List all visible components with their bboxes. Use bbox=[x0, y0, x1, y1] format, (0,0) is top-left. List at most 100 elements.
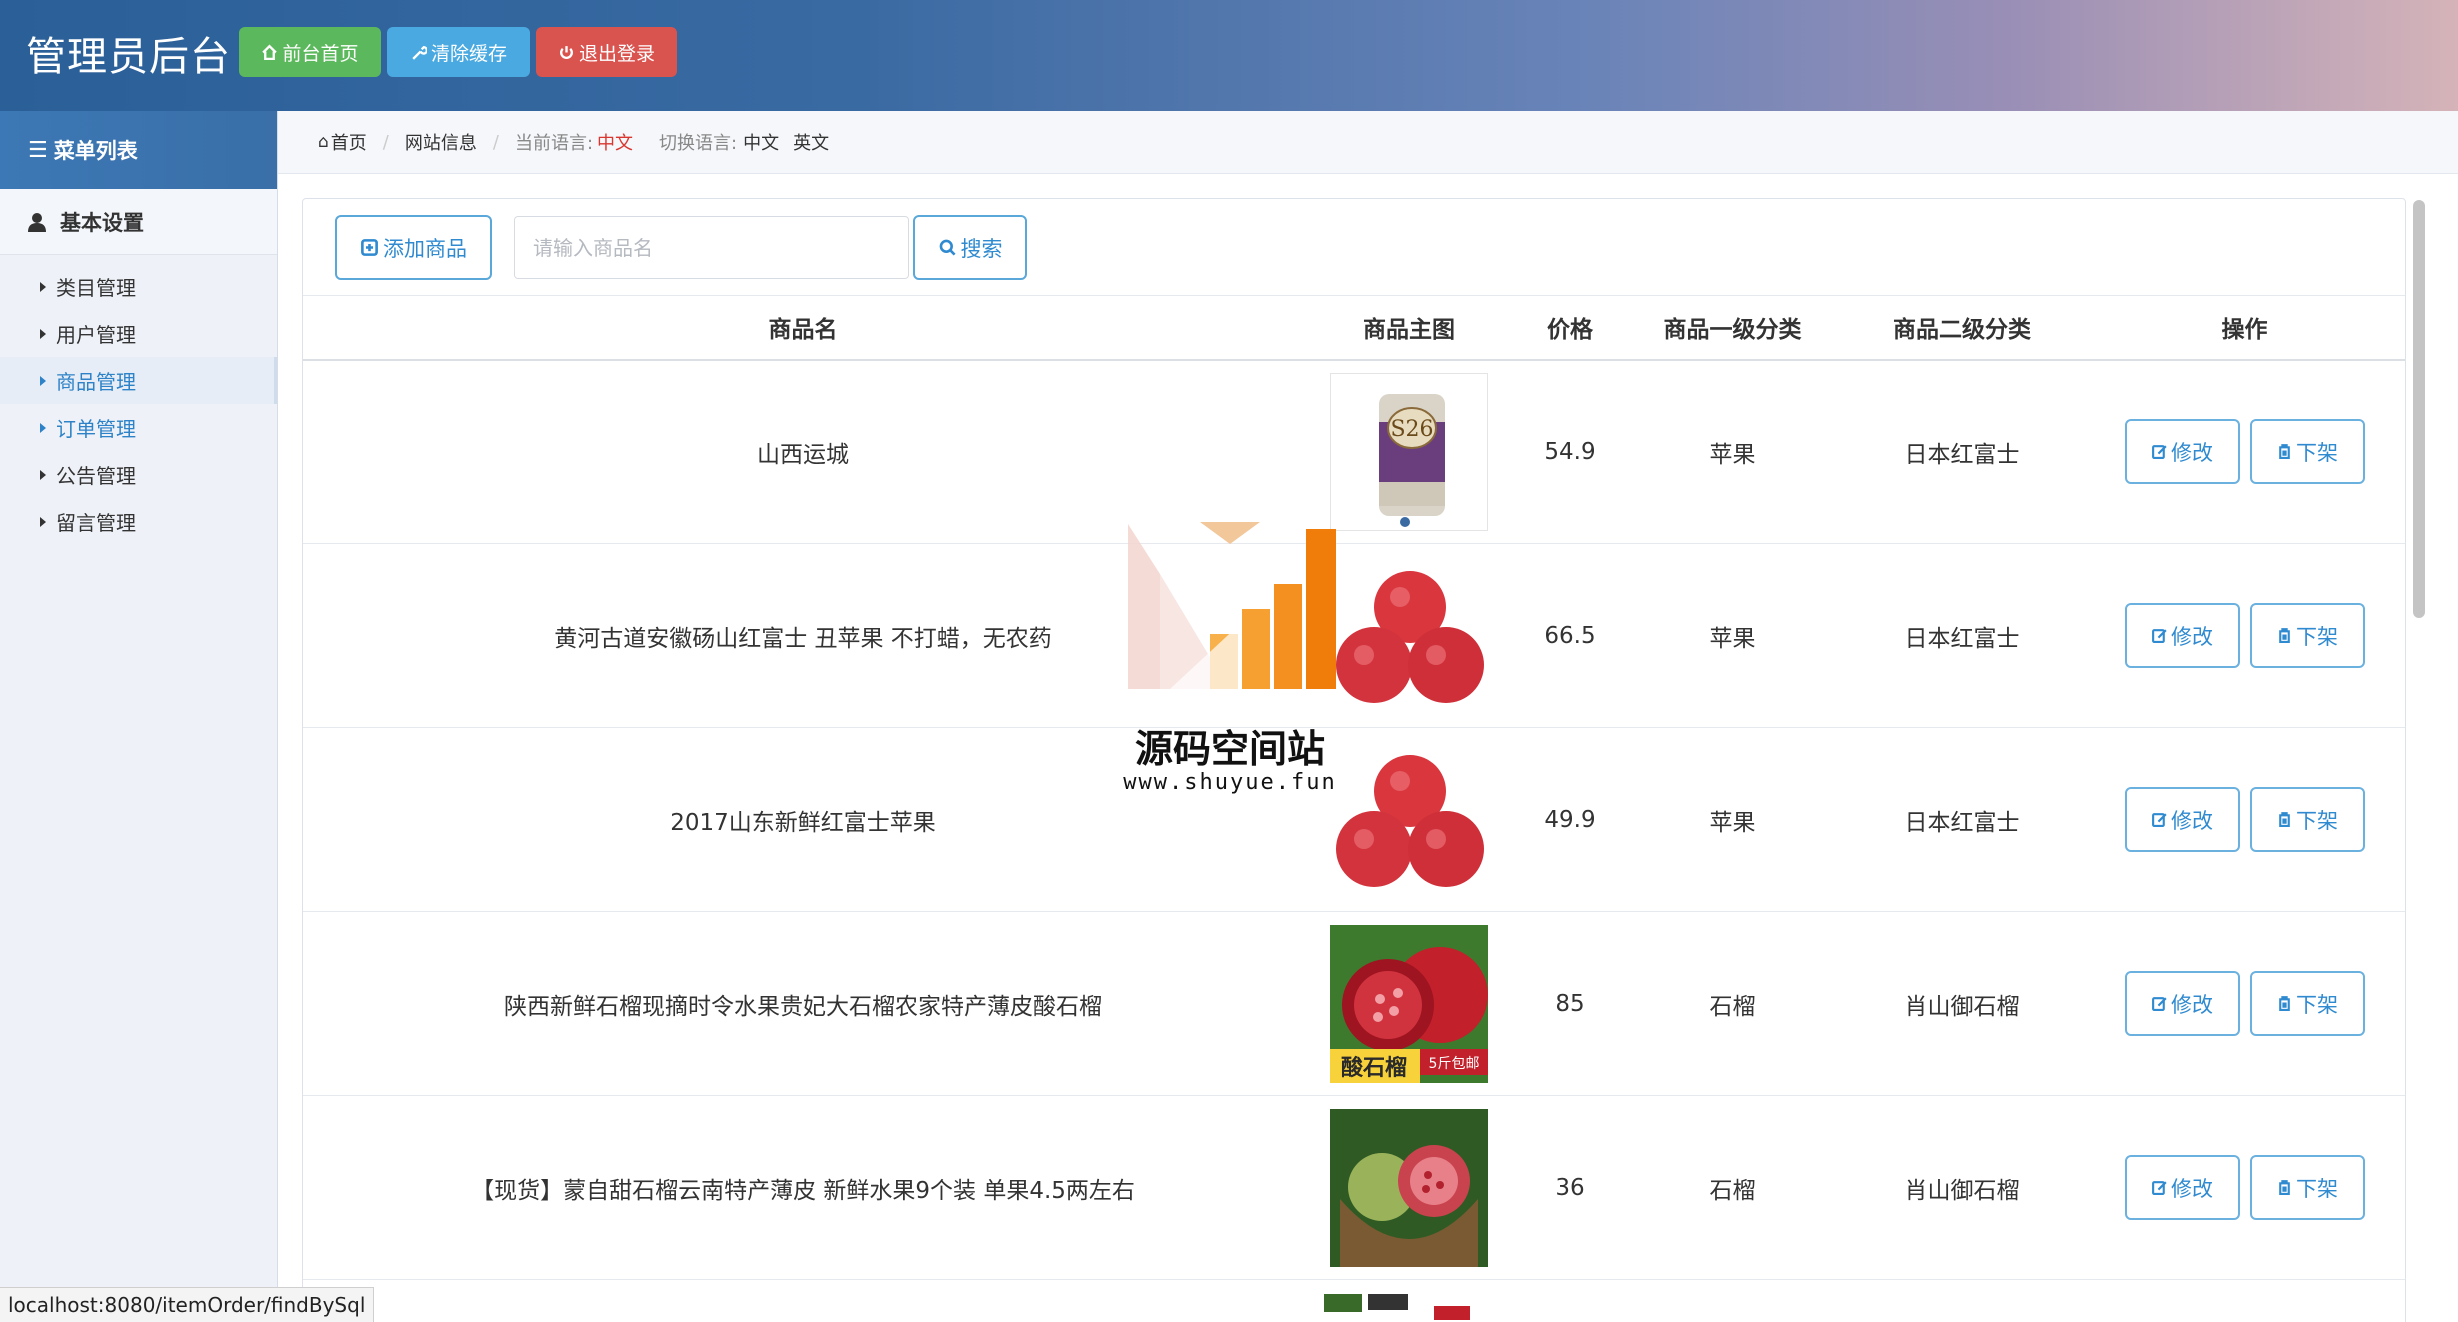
offshelf-button[interactable]: 下架 bbox=[2249, 419, 2365, 485]
product-price-cell: 54.9 bbox=[1515, 359, 1625, 544]
edit-label: 修改 bbox=[2171, 624, 2213, 649]
offshelf-button[interactable]: 下架 bbox=[2249, 787, 2365, 852]
table-row: 山西运城 S26 54.9 苹果 日本红富士 修改 下架 bbox=[303, 359, 2405, 544]
edit-button[interactable]: 修改 bbox=[2124, 1155, 2240, 1220]
sidebar-item-users[interactable]: 用户管理 bbox=[0, 310, 277, 357]
clear-cache-button[interactable]: 清除缓存 bbox=[387, 27, 530, 77]
product-price-cell: 36 bbox=[1515, 1095, 1625, 1280]
edit-button[interactable]: 修改 bbox=[2124, 971, 2240, 1036]
clear-cache-label: 清除缓存 bbox=[430, 42, 507, 65]
product-name-cell: 【现货】蒙自甜石榴云南特产薄皮 新鲜水果9个装 单果4.5两左右 bbox=[303, 1095, 1303, 1280]
product-actions-cell: 修改 下架 bbox=[2084, 911, 2405, 1096]
column-header-category2: 商品二级分类 bbox=[1840, 295, 2084, 361]
caret-right-icon bbox=[40, 328, 46, 339]
edit-button[interactable]: 修改 bbox=[2124, 787, 2240, 852]
frontend-home-button[interactable]: 前台首页 bbox=[239, 27, 381, 77]
edit-button[interactable]: 修改 bbox=[2124, 419, 2240, 485]
red-apples-image bbox=[1330, 740, 1488, 899]
svg-text:5斤包邮: 5斤包邮 bbox=[1429, 1056, 1480, 1072]
add-product-button[interactable]: 添加商品 bbox=[335, 215, 492, 280]
sidebar-menu-header[interactable]: ☰ 菜单列表 bbox=[0, 111, 277, 189]
caret-right-icon bbox=[40, 469, 46, 480]
edit-button[interactable]: 修改 bbox=[2124, 603, 2240, 668]
breadcrumb-separator: / bbox=[382, 131, 389, 153]
logout-label: 退出登录 bbox=[578, 42, 655, 65]
search-button[interactable]: 搜索 bbox=[913, 215, 1027, 280]
sidebar-item-label: 类目管理 bbox=[56, 276, 136, 300]
red-apples-image bbox=[1330, 556, 1488, 715]
product-thumbnail bbox=[1330, 1108, 1488, 1267]
product-thumbnail: S26 bbox=[1330, 372, 1488, 531]
pomegranate-basket-image bbox=[1330, 1108, 1488, 1267]
table-row: 【现货】蒙自甜石榴云南特产薄皮 新鲜水果9个装 单果4.5两左右 36 石榴 肖… bbox=[303, 1095, 2405, 1280]
trash-icon bbox=[2279, 812, 2290, 827]
product-image-cell bbox=[1303, 543, 1515, 728]
sidebar: ☰ 菜单列表 基本设置 类目管理 用户管理 商品管理 订单管理 公告管理 留言管… bbox=[0, 111, 278, 1322]
partial-product-image bbox=[1324, 1294, 1470, 1320]
product-actions-cell: 修改 下架 bbox=[2084, 727, 2405, 912]
sidebar-item-label: 留言管理 bbox=[56, 511, 136, 535]
breadcrumb-home[interactable]: 首页 bbox=[331, 129, 367, 155]
sidebar-item-label: 订单管理 bbox=[56, 417, 136, 441]
sidebar-item-orders[interactable]: 订单管理 bbox=[0, 404, 277, 451]
product-actions-cell: 修改 下架 bbox=[2084, 1095, 2405, 1280]
breadcrumb-site-info[interactable]: 网站信息 bbox=[405, 129, 477, 155]
offshelf-button[interactable]: 下架 bbox=[2249, 603, 2365, 668]
switch-language-en-link[interactable]: 英文 bbox=[793, 129, 829, 155]
product-category1-cell: 石榴 bbox=[1625, 911, 1840, 1096]
column-header-category1: 商品一级分类 bbox=[1625, 295, 1840, 361]
edit-icon bbox=[2152, 629, 2167, 643]
search-label: 搜索 bbox=[960, 236, 1003, 261]
product-image-cell bbox=[1303, 1095, 1515, 1280]
edit-label: 修改 bbox=[2171, 808, 2213, 833]
list-icon: ☰ bbox=[28, 137, 48, 163]
sidebar-item-announcements[interactable]: 公告管理 bbox=[0, 451, 277, 498]
user-icon bbox=[28, 212, 46, 232]
product-search-input[interactable] bbox=[514, 216, 909, 279]
product-image-cell: 酸石榴 5斤包邮 bbox=[1303, 911, 1515, 1096]
product-name-cell: 黄河古道安徽砀山红富士 丑苹果 不打蜡，无农药 bbox=[303, 543, 1303, 728]
product-category2-cell: 日本红富士 bbox=[1840, 359, 2084, 544]
caret-right-icon bbox=[40, 516, 46, 527]
switch-language-label: 切换语言: bbox=[659, 133, 738, 154]
home-icon: ⌂ bbox=[318, 132, 329, 152]
trash-icon bbox=[2279, 996, 2290, 1011]
admin-brand-title: 管理员后台 bbox=[26, 34, 231, 80]
offshelf-label: 下架 bbox=[2296, 808, 2338, 833]
table-header-row: 商品名 商品主图 价格 商品一级分类 商品二级分类 操作 bbox=[303, 295, 2405, 361]
offshelf-button[interactable]: 下架 bbox=[2249, 971, 2365, 1036]
page-scrollbar[interactable] bbox=[2408, 196, 2430, 1322]
scrollbar-thumb[interactable] bbox=[2413, 200, 2425, 618]
trash-icon bbox=[2279, 1180, 2290, 1195]
svg-text:酸石榴: 酸石榴 bbox=[1341, 1056, 1407, 1081]
pomegranate-poster-image: 酸石榴 5斤包邮 bbox=[1330, 924, 1488, 1083]
trash-icon bbox=[2279, 628, 2290, 643]
breadcrumb-separator: / bbox=[492, 131, 499, 153]
product-name-cell: 陕西新鲜石榴现摘时令水果贵妃大石榴农家特产薄皮酸石榴 bbox=[303, 911, 1303, 1096]
logout-button[interactable]: 退出登录 bbox=[536, 27, 677, 77]
status-url: localhost:8080/itemOrder/findBySql bbox=[8, 1293, 366, 1317]
browser-status-bar: localhost:8080/itemOrder/findBySql bbox=[0, 1287, 375, 1322]
sidebar-item-products[interactable]: 商品管理 bbox=[0, 357, 277, 404]
product-thumbnail bbox=[1330, 740, 1488, 899]
frontend-home-label: 前台首页 bbox=[282, 42, 359, 65]
caret-right-icon bbox=[40, 375, 46, 386]
column-header-actions: 操作 bbox=[2084, 295, 2405, 361]
column-header-name: 商品名 bbox=[303, 295, 1303, 361]
sidebar-group-basic-settings[interactable]: 基本设置 bbox=[0, 189, 277, 255]
product-toolbar: 添加商品 搜索 bbox=[335, 215, 1027, 280]
sidebar-item-messages[interactable]: 留言管理 bbox=[0, 498, 277, 545]
trash-icon bbox=[2279, 444, 2290, 460]
offshelf-button[interactable]: 下架 bbox=[2249, 1155, 2365, 1220]
product-name-cell: 山西运城 bbox=[303, 359, 1303, 544]
sidebar-item-category[interactable]: 类目管理 bbox=[0, 263, 277, 310]
next-row-thumbnail-peek bbox=[1322, 1292, 1480, 1322]
switch-language-cn-link[interactable]: 中文 bbox=[743, 129, 779, 155]
add-product-label: 添加商品 bbox=[383, 236, 467, 261]
power-icon bbox=[560, 45, 573, 59]
product-category2-cell: 日本红富士 bbox=[1840, 543, 2084, 728]
breadcrumb: ⌂ 首页 / 网站信息 / 当前语言: 中文 切换语言: 中文 英文 bbox=[278, 111, 2458, 174]
table-row: 2017山东新鲜红富士苹果 49.9 苹果 日本红富士 修改 下架 bbox=[303, 727, 2405, 912]
offshelf-label: 下架 bbox=[2296, 440, 2338, 465]
edit-label: 修改 bbox=[2171, 440, 2213, 465]
